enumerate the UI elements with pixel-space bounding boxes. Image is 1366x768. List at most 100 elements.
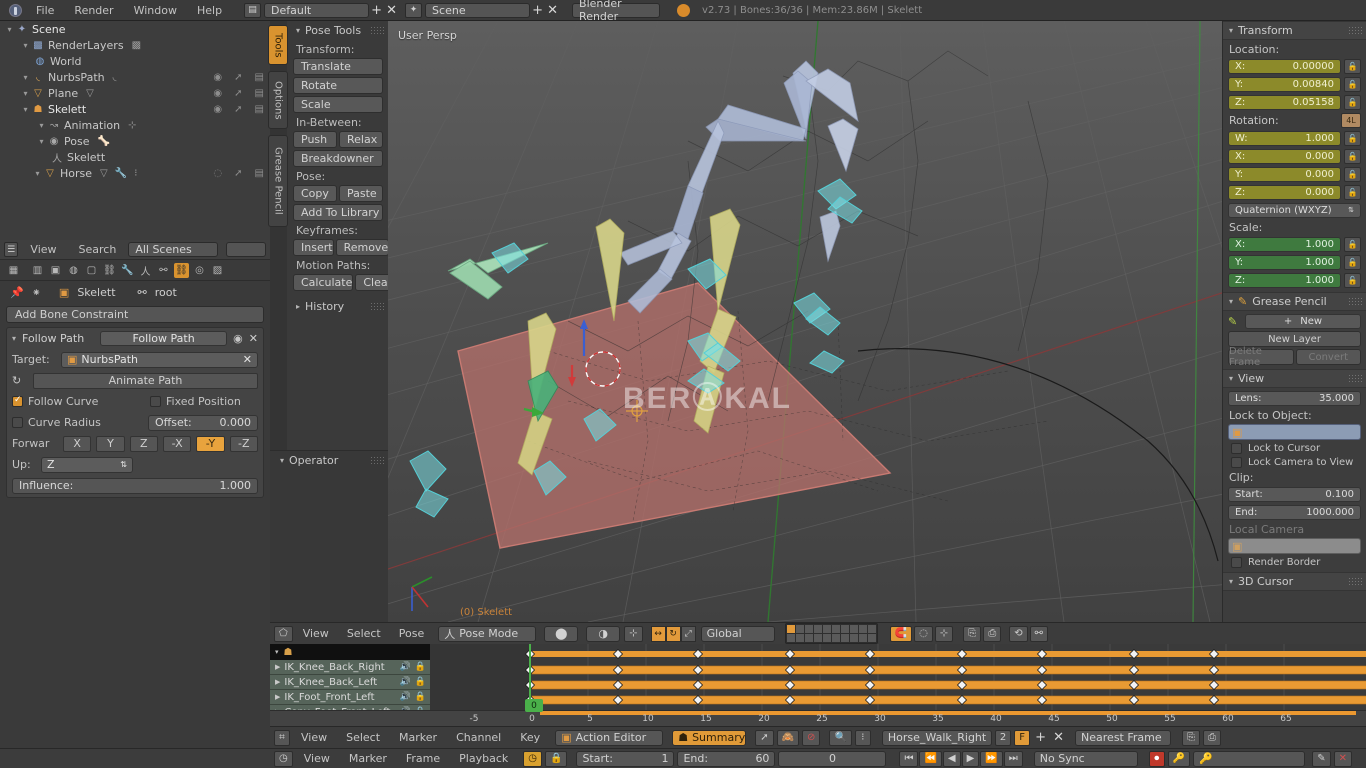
lock-rotation-z-icon[interactable]: 🔓 — [1344, 184, 1361, 200]
scope-select[interactable]: All Scenes — [128, 242, 219, 257]
dopesheet-mode-select[interactable]: ▣ Action Editor — [555, 729, 664, 746]
copy-data-icon[interactable]: ⁕ — [32, 286, 41, 299]
menu-select[interactable]: Select — [338, 729, 388, 746]
speaker-icon[interactable]: 🔊 — [400, 662, 411, 672]
datablock-filter-icon[interactable]: ⁝ — [854, 729, 871, 746]
interaction-mode-select[interactable]: 人 Pose Mode — [438, 625, 537, 642]
current-frame-indicator[interactable]: 0 — [525, 699, 543, 712]
selectability-icon[interactable]: ➚ — [234, 104, 242, 115]
layer-cell[interactable] — [813, 634, 822, 642]
outliner-editor-icon[interactable]: ☰ — [4, 242, 19, 257]
mesh-data-icon[interactable]: ▽ — [86, 88, 94, 99]
only-selected-icon[interactable]: ➚ — [755, 729, 774, 746]
layer-cell[interactable] — [795, 634, 804, 642]
offset-field[interactable]: Offset: 0.000 — [148, 414, 258, 431]
lock-icon[interactable]: 🔒 — [415, 692, 426, 702]
play-icon[interactable]: ▶ — [961, 750, 980, 767]
play-reverse-icon[interactable]: ◀ — [942, 750, 961, 767]
tab-object[interactable]: ▢ — [84, 263, 99, 278]
panel-grip-icon[interactable] — [1348, 26, 1362, 35]
scale-x-field[interactable]: X: 1.000 — [1228, 236, 1341, 252]
unlink-action-button[interactable]: ✕ — [1051, 730, 1066, 745]
tab-world[interactable]: ◍ — [66, 263, 81, 278]
renderability-icon[interactable]: ▤ — [255, 88, 264, 99]
visibility-eye-icon[interactable]: ◌ — [213, 168, 222, 179]
menu-channel[interactable]: Channel — [448, 729, 509, 746]
scale-y-field[interactable]: Y: 1.000 — [1228, 254, 1341, 270]
add-bone-constraint-button[interactable]: Add Bone Constraint — [6, 306, 264, 323]
outliner-row-scene[interactable]: ▾ ✦ Scene — [0, 21, 270, 37]
filter-field[interactable] — [226, 242, 266, 257]
layer-cell[interactable] — [822, 634, 831, 642]
menu-view[interactable]: View — [296, 750, 338, 767]
delete-scene-button[interactable]: ✕ — [545, 3, 560, 18]
lock-camera-checkbox[interactable] — [1231, 457, 1242, 468]
mesh-data-icon[interactable]: ▽ — [100, 168, 108, 179]
tab-scene[interactable]: ▣ — [48, 263, 63, 278]
translate-manipulator-icon[interactable]: ↔ — [650, 625, 666, 642]
scene-icon[interactable]: ✦ — [405, 2, 423, 18]
menu-pose[interactable]: Pose — [391, 625, 432, 642]
tab-bone[interactable]: ⚯ — [156, 263, 171, 278]
chevron-right-icon[interactable]: ▶ — [275, 678, 280, 686]
forward-z-button[interactable]: Z — [129, 435, 158, 452]
tab-render[interactable]: ▦ — [6, 263, 21, 278]
pivot-point-select[interactable]: ◑ — [586, 625, 621, 642]
push-button[interactable]: Push — [293, 131, 337, 148]
grease-pencil-panel-header[interactable]: ▾ ✎ Grease Pencil — [1223, 292, 1366, 311]
viewport-shading-select[interactable]: ⬤ — [544, 625, 579, 642]
renderlayer-data-icon[interactable]: ▩ — [132, 40, 141, 51]
disclosure-triangle-icon[interactable]: ▾ — [20, 41, 31, 50]
lock-camera-to-view-row[interactable]: Lock Camera to View — [1231, 457, 1358, 468]
disclosure-triangle-icon[interactable]: ▾ — [20, 105, 31, 114]
visibility-eye-icon[interactable]: ◉ — [213, 104, 222, 115]
translate-button[interactable]: Translate — [293, 58, 383, 75]
forward-neg-x-button[interactable]: -X — [162, 435, 192, 452]
use-preview-range-icon[interactable]: ◷ — [523, 750, 542, 767]
bone-options-icon[interactable]: ⚯ — [1029, 625, 1048, 642]
sync-mode-select[interactable]: No Sync — [1033, 750, 1138, 767]
visibility-eye-icon[interactable]: ◉ — [213, 72, 222, 83]
channel-row[interactable]: ▶ IK_Knee_Back_Left 🔊 🔒 — [270, 675, 430, 690]
pose-paste-icon[interactable]: ⎙ — [983, 625, 1002, 642]
operator-panel-header[interactable]: ▾ Operator — [270, 451, 388, 470]
outliner-row-animation[interactable]: ▾ ↝ Animation ⊹ — [0, 117, 270, 133]
curve-data-icon[interactable]: ◟ — [113, 72, 117, 83]
fake-user-toggle[interactable]: F — [1014, 729, 1031, 746]
tab-grease-pencil[interactable]: Grease Pencil — [268, 135, 288, 227]
outliner-row-renderlayers[interactable]: ▾ ▩ RenderLayers ▩ — [0, 37, 270, 53]
current-frame-field[interactable]: 0 — [778, 750, 887, 767]
scale-button[interactable]: Scale — [293, 96, 383, 113]
forward-y-button[interactable]: Y — [96, 435, 125, 452]
curve-radius-checkbox[interactable] — [12, 417, 23, 428]
layer-cell[interactable] — [849, 634, 858, 642]
history-panel-header[interactable]: ▸ History — [288, 297, 388, 316]
convert-button[interactable]: Convert — [1295, 349, 1361, 365]
menu-marker[interactable]: Marker — [391, 729, 445, 746]
rotation-mode-select[interactable]: Quaternion (WXYZ) ⇅ — [1228, 202, 1361, 218]
fixed-position-checkbox[interactable] — [150, 396, 161, 407]
rotation-z-field[interactable]: Z: 0.000 — [1228, 184, 1341, 200]
forward-neg-z-button[interactable]: -Z — [229, 435, 258, 452]
menu-view[interactable]: View — [20, 241, 66, 258]
selectability-icon[interactable]: ➚ — [234, 168, 242, 179]
menu-help[interactable]: Help — [187, 2, 232, 19]
tab-bone-constraint[interactable]: ⛓ — [174, 262, 189, 278]
panel-grip-icon[interactable] — [1348, 297, 1362, 306]
action-name-field[interactable]: Horse_Walk_Right — [881, 729, 992, 746]
auto-ik-icon[interactable]: ⟲ — [1009, 625, 1028, 642]
panel-grip-icon[interactable] — [370, 456, 384, 465]
menu-window[interactable]: Window — [124, 2, 187, 19]
disclosure-triangle-icon[interactable]: ▾ — [4, 25, 15, 34]
tab-modifier[interactable]: 🔧 — [120, 263, 135, 278]
screen-layout-field[interactable]: Default — [264, 2, 370, 18]
local-camera-field[interactable]: ▣ — [1228, 538, 1361, 554]
jump-end-icon[interactable]: ⏭ — [1003, 750, 1023, 767]
layer-cell[interactable] — [858, 625, 867, 633]
location-x-field[interactable]: X: 0.00000 — [1228, 58, 1341, 74]
timeline-editor-icon[interactable]: ◷ — [274, 750, 293, 767]
lock-location-z-icon[interactable]: 🔓 — [1344, 94, 1361, 110]
add-screen-button[interactable]: + — [369, 3, 384, 18]
lock-scale-z-icon[interactable]: 🔓 — [1344, 272, 1361, 288]
layer-cell[interactable] — [858, 634, 867, 642]
